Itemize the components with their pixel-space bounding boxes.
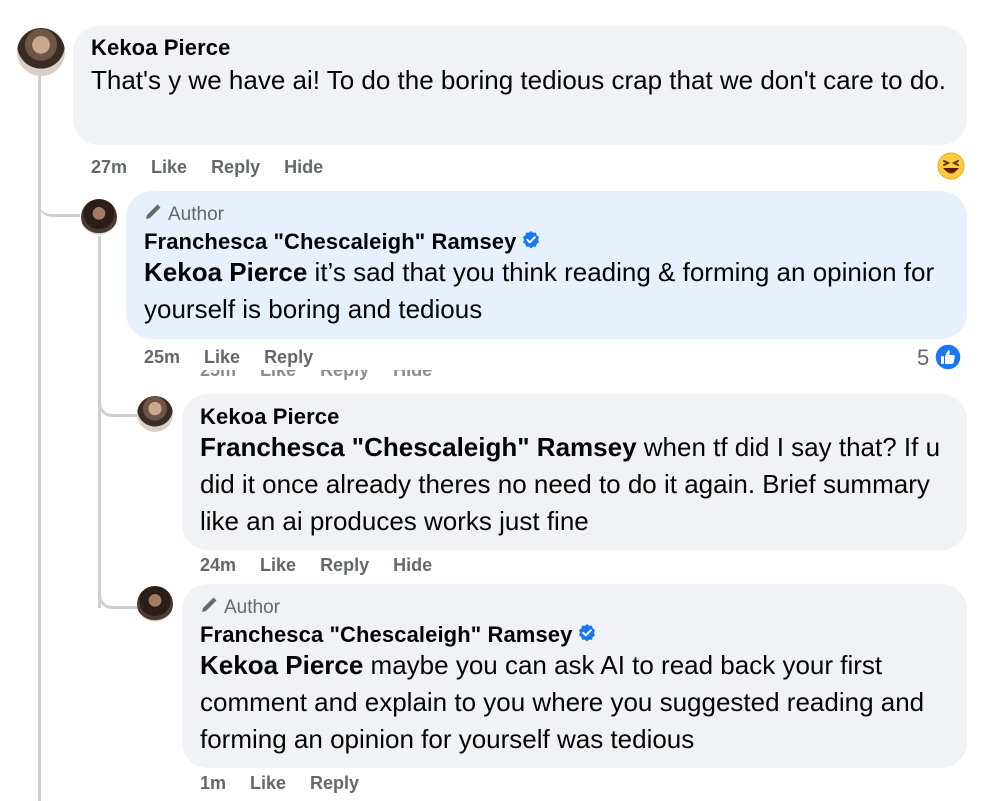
faded-timestamp: 25m <box>200 370 237 380</box>
verified-badge-icon <box>577 623 597 649</box>
faded-like: Like <box>260 370 297 380</box>
comment-author-name: Franchesca "Chescaleigh" Ramsey <box>200 622 597 649</box>
verified-badge-icon <box>521 230 541 256</box>
reaction-count[interactable]: 5 <box>917 345 929 371</box>
comment-author-name[interactable]: Kekoa Pierce <box>200 404 339 430</box>
comment-actions: 1m Like Reply <box>200 773 379 794</box>
comment-author-name[interactable]: Kekoa Pierce <box>91 35 230 61</box>
author-badge: Author <box>200 596 280 620</box>
like-button[interactable]: Like <box>204 347 240 367</box>
mention-link[interactable]: Kekoa Pierce <box>200 650 363 680</box>
hide-button[interactable]: Hide <box>393 555 432 575</box>
mention-link[interactable]: Kekoa Pierce <box>144 257 307 287</box>
comment-timestamp[interactable]: 27m <box>91 157 127 177</box>
faded-comment-actions: 25m Like Reply Hide <box>200 370 440 382</box>
avatar[interactable] <box>137 586 173 622</box>
comment-actions: 24m Like Reply Hide <box>200 555 452 576</box>
author-badge: Author <box>144 203 224 227</box>
grinning-squint-emoji-icon[interactable] <box>937 152 965 180</box>
comment-text: Kekoa Pierce maybe you can ask AI to rea… <box>200 647 945 758</box>
comment-text: Kekoa Pierce it’s sad that you think rea… <box>144 254 956 328</box>
author-label: Author <box>168 204 224 225</box>
like-button[interactable]: Like <box>260 555 296 575</box>
avatar[interactable] <box>81 199 117 235</box>
author-name-link[interactable]: Franchesca "Chescaleigh" Ramsey <box>200 622 572 647</box>
comment-text: Franchesca "Chescaleigh" Ramsey when tf … <box>200 429 960 540</box>
thread-connector-2 <box>98 380 139 417</box>
thread-connector-3 <box>98 574 139 609</box>
comment-timestamp[interactable]: 24m <box>200 555 236 575</box>
comment-author-name: Franchesca "Chescaleigh" Ramsey <box>144 229 541 256</box>
avatar[interactable] <box>17 28 65 76</box>
faded-hide: Hide <box>393 370 433 380</box>
pencil-icon <box>144 203 162 227</box>
mention-link[interactable]: Franchesca "Chescaleigh" Ramsey <box>200 432 637 462</box>
comment-actions: 27m Like Reply Hide <box>91 157 343 178</box>
reply-button[interactable]: Reply <box>264 347 313 367</box>
comment-text: That's y we have ai! To do the boring te… <box>91 65 946 95</box>
like-thumb-icon[interactable] <box>934 343 962 371</box>
reply-button[interactable]: Reply <box>310 773 359 793</box>
hide-button[interactable]: Hide <box>284 157 323 177</box>
author-label: Author <box>224 597 280 618</box>
comment-timestamp[interactable]: 25m <box>144 347 180 367</box>
faded-reply: Reply <box>320 370 370 380</box>
reply-button[interactable]: Reply <box>320 555 369 575</box>
comment-actions: 25m Like Reply <box>144 347 333 368</box>
avatar[interactable] <box>137 396 173 432</box>
pencil-icon <box>200 596 218 620</box>
author-name-link[interactable]: Franchesca "Chescaleigh" Ramsey <box>144 229 516 254</box>
comment-timestamp[interactable]: 1m <box>200 773 226 793</box>
reply-button[interactable]: Reply <box>211 157 260 177</box>
thread-line-reply <box>98 236 101 608</box>
thread-connector-1 <box>38 180 80 217</box>
like-button[interactable]: Like <box>250 773 286 793</box>
like-button[interactable]: Like <box>151 157 187 177</box>
